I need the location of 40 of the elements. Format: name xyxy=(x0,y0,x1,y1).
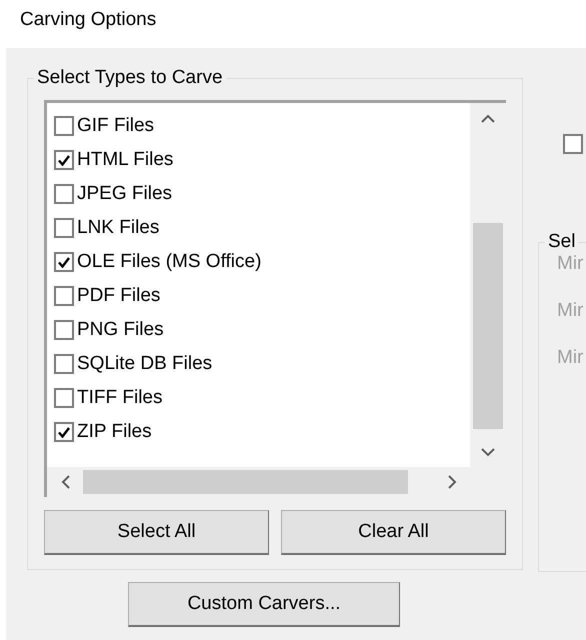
checkbox[interactable] xyxy=(54,252,74,272)
scroll-left-icon[interactable] xyxy=(60,475,70,489)
checkbox-label[interactable]: OLE Files (MS Office) xyxy=(77,248,262,276)
scroll-thumb[interactable] xyxy=(83,470,408,494)
group-label: Select Types to Carve xyxy=(34,68,226,88)
select-all-button[interactable]: Select All xyxy=(44,510,269,555)
check-icon xyxy=(58,426,70,438)
checkbox-label[interactable]: ZIP Files xyxy=(77,418,152,446)
checkbox-label[interactable]: PDF Files xyxy=(77,282,160,310)
checkbox[interactable] xyxy=(54,286,74,306)
checkbox-label[interactable]: GIF Files xyxy=(77,112,154,140)
scroll-thumb[interactable] xyxy=(473,223,503,429)
clear-all-button[interactable]: Clear All xyxy=(281,510,506,555)
checkbox[interactable] xyxy=(54,388,74,408)
checkbox[interactable] xyxy=(54,422,74,442)
checkbox-label[interactable]: JPEG Files xyxy=(77,180,172,208)
scroll-up-icon[interactable] xyxy=(481,114,495,122)
field-label: Mir xyxy=(557,300,584,321)
checkbox[interactable] xyxy=(54,218,74,238)
checkbox-label[interactable]: HTML Files xyxy=(77,146,174,174)
field-label: Mir xyxy=(557,253,584,274)
checkbox-label[interactable]: TIFF Files xyxy=(77,384,162,412)
custom-carvers-button[interactable]: Custom Carvers... xyxy=(128,582,400,627)
check-icon xyxy=(58,256,70,268)
window-title: Carving Options xyxy=(19,8,158,32)
checkbox[interactable] xyxy=(54,184,74,204)
checkbox-label[interactable]: SQLite DB Files xyxy=(77,350,212,378)
checkbox[interactable] xyxy=(54,116,74,136)
checkbox-label[interactable]: LNK Files xyxy=(77,214,160,242)
checkbox[interactable] xyxy=(54,150,74,170)
scroll-right-icon[interactable] xyxy=(448,475,456,489)
checkbox[interactable] xyxy=(563,134,583,154)
horizontal-scrollbar[interactable] xyxy=(47,467,506,497)
check-icon xyxy=(58,154,70,166)
vertical-scrollbar[interactable] xyxy=(470,103,506,467)
checkbox[interactable] xyxy=(54,354,74,374)
scroll-down-icon[interactable] xyxy=(481,448,495,456)
checkbox-label[interactable]: PNG Files xyxy=(77,316,164,344)
checkbox[interactable] xyxy=(54,320,74,340)
field-label: Mir xyxy=(557,347,584,368)
